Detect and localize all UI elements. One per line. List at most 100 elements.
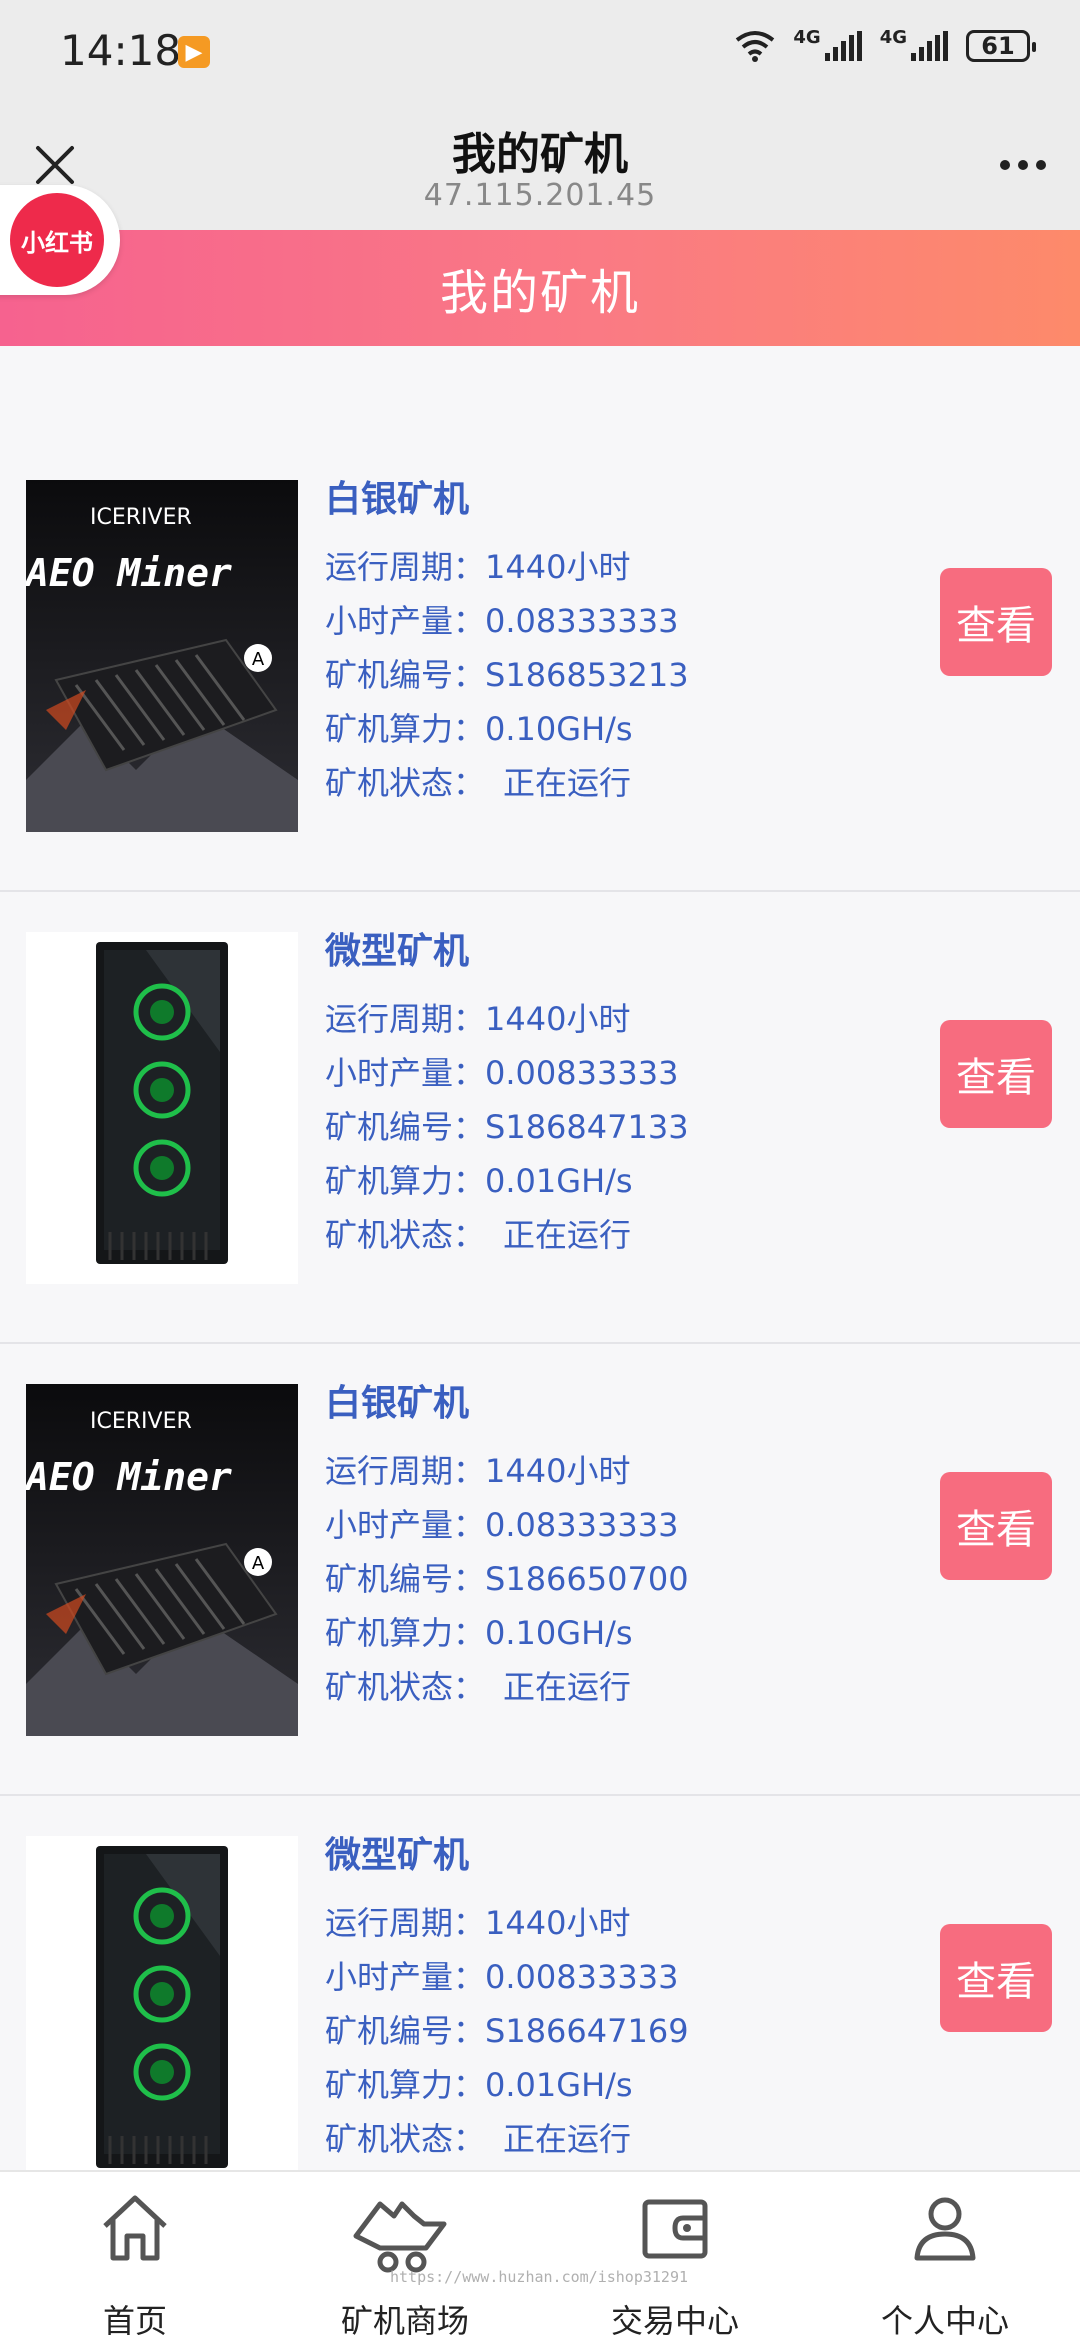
tab-miner-mall[interactable]: 矿机商场 [270, 2172, 540, 2342]
pc-tower-image [26, 932, 298, 1284]
status-bar: 14:18 ▶ 4G 4G 61 [0, 0, 1080, 100]
tab-profile[interactable]: 个人中心 [810, 2172, 1080, 2342]
detail-value: 0.08333333 [485, 602, 679, 640]
miner-details: 运行周期：1440小时 小时产量：0.08333333 矿机编号：S186853… [325, 540, 689, 810]
detail-label: 小时产量： [325, 1506, 486, 1544]
miner-name: 微型矿机 [325, 931, 470, 972]
miner-details: 运行周期：1440小时 小时产量：0.00833333 矿机编号：S186847… [325, 992, 689, 1262]
tab-home-label: 首页 [102, 2302, 167, 2340]
signal-icon-2 [911, 31, 948, 61]
detail-value: 1440小时 [485, 1452, 631, 1490]
miner-badge-text: A [252, 1553, 265, 1574]
detail-value: 0.10GH/s [485, 1614, 633, 1652]
detail-label: 运行周期： [325, 548, 486, 586]
view-button[interactable]: 查看 [940, 568, 1052, 676]
page-title: 我的矿机 [439, 265, 640, 321]
detail-cycle: 运行周期：1440小时 [325, 992, 689, 1046]
miner-brand-text: ICERIVER [90, 1409, 192, 1434]
detail-label: 运行周期： [325, 1904, 486, 1942]
miner-list: ICERIVER AEO Miner A 白银矿机 运行周期：1440小时 小时… [0, 440, 1080, 2248]
detail-label: 运行周期： [325, 1452, 486, 1490]
signal-icon-1 [824, 31, 862, 61]
detail-power: 矿机算力：0.01GH/s [325, 2058, 689, 2112]
iceriver-aeo-miner-image: ICERIVER AEO Miner A [26, 480, 298, 832]
detail-label: 矿机编号： [325, 2012, 486, 2050]
tab-profile-label: 个人中心 [880, 2302, 1009, 2340]
view-button[interactable]: 查看 [940, 1924, 1052, 2032]
detail-status: 矿机状态： 正在运行 [325, 1208, 689, 1262]
detail-power: 矿机算力：0.01GH/s [325, 1154, 689, 1208]
status-value: 正在运行 [503, 1216, 632, 1254]
detail-output: 小时产量：0.00833333 [325, 1950, 689, 2004]
miner-details: 运行周期：1440小时 小时产量：0.00833333 矿机编号：S186647… [325, 1896, 689, 2166]
detail-label: 矿机编号： [325, 1108, 486, 1146]
detail-value: S186650700 [485, 1560, 689, 1598]
notification-app-icon: ▶ [178, 36, 210, 68]
miner-card: ICERIVER AEO Miner A 白银矿机 运行周期：1440小时 小时… [0, 440, 1080, 892]
network-type-1: 4G [793, 26, 821, 48]
miner-card: 微型矿机 运行周期：1440小时 小时产量：0.00833333 矿机编号：S1… [0, 892, 1080, 1344]
miner-badge-text: A [252, 649, 265, 670]
status-value: 正在运行 [503, 1668, 632, 1706]
detail-serial: 矿机编号：S186647169 [325, 2004, 689, 2058]
miner-name: 白银矿机 [325, 479, 470, 520]
status-value: 正在运行 [503, 2120, 632, 2158]
webview-nav-bar: 我的矿机 47.115.201.45 [0, 100, 1080, 230]
iceriver-aeo-miner-image: ICERIVER AEO Miner A [26, 1384, 298, 1736]
detail-output: 小时产量：0.08333333 [325, 1498, 689, 1552]
detail-serial: 矿机编号：S186847133 [325, 1100, 689, 1154]
miner-card: ICERIVER AEO Miner A 白银矿机 运行周期：1440小时 小时… [0, 1344, 1080, 1796]
miner-model-text: AEO Miner [26, 1455, 232, 1499]
detail-cycle: 运行周期：1440小时 [325, 1896, 689, 1950]
tab-trade-center[interactable]: 交易中心 [540, 2172, 810, 2342]
watermark-text: https://www.huzhan.com/ishop31291 [390, 2268, 689, 2286]
detail-value: 0.00833333 [485, 1958, 679, 1996]
detail-value: 1440小时 [485, 1000, 631, 1038]
detail-label: 小时产量： [325, 602, 486, 640]
detail-value: 1440小时 [485, 548, 631, 586]
view-button[interactable]: 查看 [940, 1472, 1052, 1580]
miner-name: 白银矿机 [325, 1383, 470, 1424]
detail-label: 矿机状态： [325, 2120, 486, 2158]
detail-label: 矿机算力： [325, 1614, 486, 1652]
network-type-2: 4G [879, 26, 907, 48]
detail-serial: 矿机编号：S186853213 [325, 648, 689, 702]
user-icon [914, 2197, 976, 2261]
detail-label: 矿机编号： [325, 1560, 486, 1598]
status-icons: 4G 4G 61 [735, 26, 1036, 62]
detail-status: 矿机状态： 正在运行 [325, 1660, 689, 1714]
detail-label: 矿机算力： [325, 710, 486, 748]
detail-value: 0.00833333 [485, 1054, 679, 1092]
detail-label: 矿机状态： [325, 1668, 486, 1706]
detail-label: 运行周期： [325, 1000, 486, 1038]
mining-cart-icon [353, 2201, 447, 2273]
xiaohongshu-logo: 小红书 [10, 193, 104, 287]
tab-trade-center-label: 交易中心 [610, 2302, 739, 2340]
detail-label: 矿机编号： [325, 656, 486, 694]
xiaohongshu-floating-badge[interactable]: 小红书 [0, 185, 120, 295]
miner-thumbnail [26, 1836, 298, 2188]
detail-label: 小时产量： [325, 1958, 486, 1996]
detail-status: 矿机状态： 正在运行 [325, 2112, 689, 2166]
tab-miner-mall-label: 矿机商场 [340, 2302, 469, 2340]
detail-label: 矿机算力： [325, 1162, 486, 1200]
more-icon[interactable] [1000, 160, 1046, 170]
page-header: 我的矿机 [0, 230, 1080, 346]
view-button[interactable]: 查看 [940, 1020, 1052, 1128]
detail-label: 小时产量： [325, 1054, 486, 1092]
wifi-icon [736, 31, 775, 62]
miner-thumbnail: ICERIVER AEO Miner A [26, 1384, 298, 1736]
detail-cycle: 运行周期：1440小时 [325, 1444, 689, 1498]
tab-home[interactable]: 首页 [0, 2172, 270, 2342]
detail-output: 小时产量：0.08333333 [325, 594, 689, 648]
home-icon [103, 2195, 167, 2261]
nav-title: 我的矿机 [452, 129, 628, 180]
wallet-icon [642, 2199, 708, 2259]
detail-power: 矿机算力：0.10GH/s [325, 702, 689, 756]
bottom-tab-bar: 首页 矿机商场 交易中心 个人中心 [0, 2170, 1080, 2342]
detail-value: 1440小时 [485, 1904, 631, 1942]
miner-model-text: AEO Miner [26, 551, 232, 595]
detail-value: S186847133 [485, 1108, 689, 1146]
miner-brand-text: ICERIVER [90, 505, 192, 530]
detail-cycle: 运行周期：1440小时 [325, 540, 689, 594]
